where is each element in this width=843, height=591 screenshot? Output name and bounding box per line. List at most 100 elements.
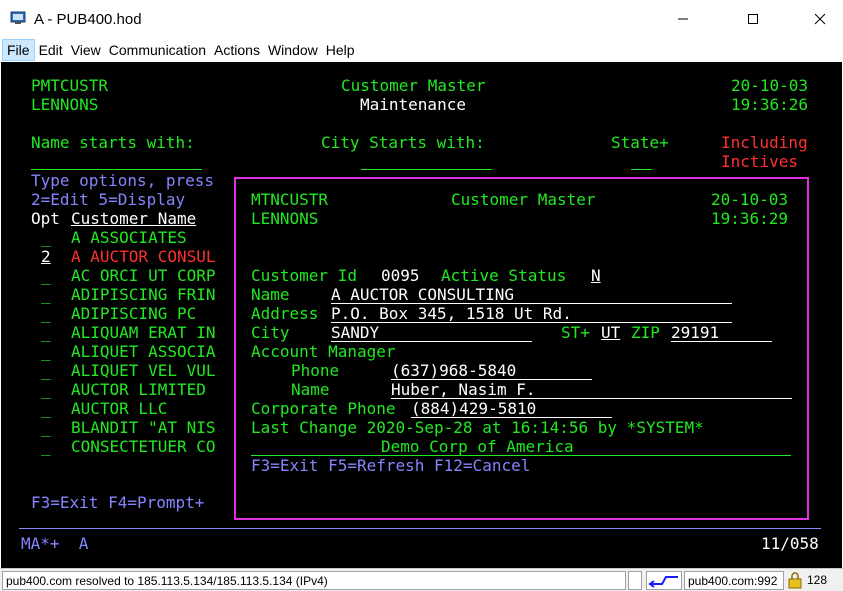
customer-id-label: Customer Id (251, 266, 357, 285)
row-customer-name: CONSECTETUER CO (71, 437, 216, 456)
row-opt-input[interactable]: 2 (41, 247, 51, 266)
row-customer-name: BLANDIT "AT NIS (71, 418, 216, 437)
user-name: LENNONS (31, 95, 99, 114)
active-status-label: Active Status (441, 266, 567, 285)
menu-communication[interactable]: Communication (105, 39, 210, 61)
row-customer-name: ALIQUET ASSOCIA (71, 342, 216, 361)
minimize-icon (678, 18, 688, 20)
account-manager-label: Account Manager (251, 342, 396, 361)
zip-field[interactable]: 29191 (671, 323, 719, 342)
lock-icon (788, 572, 802, 589)
function-keys: F3=Exit F4=Prompt+ (31, 493, 205, 512)
phone-field[interactable]: (637)968-5840 (391, 361, 516, 380)
customer-id-value: 0095 (381, 266, 420, 285)
maximize-button[interactable] (730, 0, 776, 38)
popup-time: 19:36:29 (711, 209, 789, 228)
row-opt-input[interactable]: _ (41, 304, 51, 323)
row-customer-name: AUCTOR LLC (71, 399, 168, 418)
menu-window[interactable]: Window (264, 39, 322, 61)
row-customer-name: A ASSOCIATES (71, 228, 187, 247)
customer-detail-popup: MTNCUSTR LENNONS Customer Master 20-10-0… (234, 177, 809, 520)
row-opt-input[interactable]: _ (41, 361, 51, 380)
minimize-button[interactable] (660, 0, 706, 38)
row-customer-name: AUCTOR LIMITED (71, 380, 206, 399)
status-message: pub400.com resolved to 185.113.5.134/185… (2, 571, 626, 590)
name-filter-input[interactable] (31, 169, 202, 170)
cursor-position: 11/058 (761, 534, 819, 553)
row-opt-input[interactable]: _ (41, 437, 51, 456)
customer-name-column-header: Customer Name (71, 209, 197, 228)
city-field[interactable]: SANDY (331, 323, 379, 342)
status-bar: pub400.com resolved to 185.113.5.134/185… (0, 568, 843, 591)
state-filter-label: State+ (611, 133, 669, 152)
popup-date: 20-10-03 (711, 190, 789, 209)
row-opt-input[interactable]: _ (41, 380, 51, 399)
menu-file[interactable]: File (2, 39, 35, 61)
type-options-text: Type options, press (31, 171, 215, 190)
oia-separator (19, 528, 821, 529)
zip-field-underline (671, 341, 772, 342)
row-customer-name: AC ORCI UT CORP (71, 266, 216, 285)
state-label: ST+ (561, 323, 590, 342)
screen-subtitle: Maintenance (360, 95, 466, 114)
menu-actions[interactable]: Actions (210, 39, 264, 61)
opt-column-header: Opt (31, 209, 60, 228)
name-filter-label: Name starts with: (31, 133, 195, 152)
city-filter-input[interactable] (361, 169, 492, 170)
menu-help[interactable]: Help (322, 39, 359, 61)
popup-program-name: MTNCUSTR (251, 190, 329, 209)
host-port: pub400.com:992 (684, 571, 784, 590)
row-customer-name: A AUCTOR CONSUL (71, 247, 216, 266)
close-icon (814, 13, 826, 25)
row-opt-input[interactable]: _ (41, 323, 51, 342)
city-label: City (251, 323, 290, 342)
address-field[interactable]: P.O. Box 345, 1518 Ut Rd. (331, 304, 572, 323)
screen-title: Customer Master (341, 76, 486, 95)
close-button[interactable] (797, 0, 843, 38)
popup-function-keys: F3=Exit F5=Refresh F12=Cancel (251, 456, 531, 475)
screen-date: 20-10-03 (731, 76, 809, 95)
row-opt-input[interactable]: _ (41, 418, 51, 437)
row-customer-name: ADIPISCING PC (71, 304, 197, 323)
corporate-phone-label: Corporate Phone (251, 399, 396, 418)
zip-label: ZIP (631, 323, 660, 342)
inactives-label: Inctives (721, 152, 799, 171)
corporate-phone-field[interactable]: (884)429-5810 (411, 399, 536, 418)
manager-name-label: Name (291, 380, 330, 399)
name-field[interactable]: A AUCTOR CONSULTING (331, 285, 514, 304)
name-label: Name (251, 285, 290, 304)
menu-view[interactable]: View (67, 39, 105, 61)
row-opt-input[interactable]: _ (41, 342, 51, 361)
maximize-icon (748, 14, 758, 24)
screen-time: 19:36:26 (731, 95, 809, 114)
state-filter-input[interactable] (631, 169, 652, 170)
popup-user-name: LENNONS (251, 209, 319, 228)
status-spacer (628, 571, 642, 590)
row-opt-input[interactable]: _ (41, 266, 51, 285)
window-title: A - PUB400.hod (34, 11, 142, 28)
oia-indicators: MA*+ A (21, 534, 89, 553)
connection-icon (646, 571, 682, 590)
row-opt-input[interactable]: _ (41, 285, 51, 304)
options-legend: 2=Edit 5=Display (31, 190, 186, 209)
state-field[interactable]: UT (601, 323, 620, 342)
row-opt-input[interactable]: _ (41, 228, 51, 247)
encryption-strength: 128 (807, 573, 828, 587)
last-change-text: Last Change 2020-Sep-28 at 16:14:56 by *… (251, 418, 704, 437)
row-customer-name: ALIQUAM ERAT IN (71, 323, 216, 342)
terminal-app-icon (10, 11, 26, 24)
row-customer-name: ADIPISCING FRIN (71, 285, 216, 304)
row-opt-input[interactable]: _ (41, 399, 51, 418)
active-status-field[interactable]: N (591, 266, 601, 285)
menu-bar: File Edit View Communication Actions Win… (0, 38, 843, 62)
menu-edit[interactable]: Edit (35, 39, 67, 61)
address-label: Address (251, 304, 319, 323)
row-customer-name: ALIQUET VEL VUL (71, 361, 216, 380)
company-name: Demo Corp of America (381, 437, 574, 456)
title-bar[interactable]: A - PUB400.hod (0, 0, 843, 38)
terminal-screen[interactable]: PMTCUSTR LENNONS Customer Master Mainten… (1, 62, 842, 568)
manager-name-field[interactable]: Huber, Nasim F. (391, 380, 536, 399)
phone-label: Phone (291, 361, 340, 380)
including-label: Including (721, 133, 808, 152)
program-name: PMTCUSTR (31, 76, 109, 95)
